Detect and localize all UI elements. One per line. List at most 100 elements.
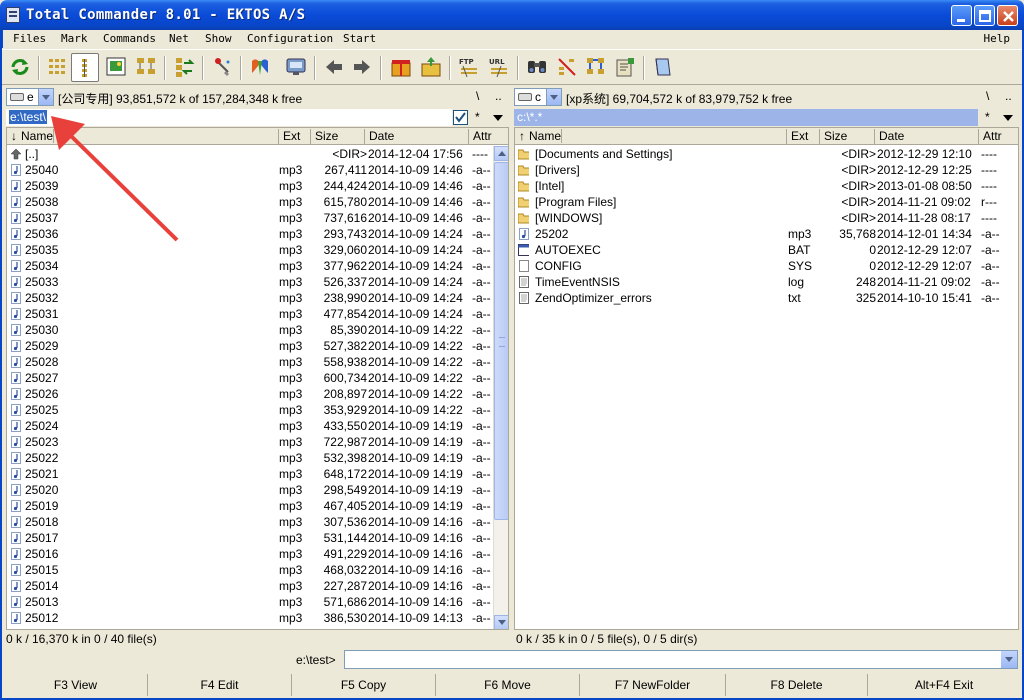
right-root-button[interactable]: \ [986, 89, 989, 103]
chevron-down-icon[interactable] [38, 89, 53, 105]
menu-commands[interactable]: Commands [103, 32, 156, 45]
title-bar[interactable]: Total Commander 8.01 - EKTOS A/S [0, 0, 1024, 30]
file-row[interactable]: 25034 mp3 377,962 2014-10-09 14:24 -a-- [7, 258, 508, 274]
column-attr[interactable]: Attr [979, 129, 1018, 145]
f7-newfolder-button[interactable]: F7 NewFolder [580, 674, 726, 696]
file-row[interactable]: 25031 mp3 477,854 2014-10-09 14:24 -a-- [7, 306, 508, 322]
column-ext[interactable]: Ext [787, 129, 820, 145]
scroll-down-icon[interactable] [494, 615, 508, 629]
menu-mark[interactable]: Mark [61, 32, 88, 45]
file-row[interactable]: [Drivers] <DIR> 2012-12-29 12:25 ---- [515, 162, 1018, 178]
file-row[interactable]: [Documents and Settings] <DIR> 2012-12-29 … [515, 146, 1018, 162]
left-history-dropdown-icon[interactable] [493, 115, 503, 121]
file-row[interactable]: 25032 mp3 238,990 2014-10-09 14:24 -a-- [7, 290, 508, 306]
file-row[interactable]: 25012 mp3 386,530 2014-10-09 14:13 -a-- [7, 610, 508, 626]
file-row[interactable]: 25026 mp3 208,897 2014-10-09 14:22 -a-- [7, 386, 508, 402]
file-row[interactable]: 25029 mp3 527,382 2014-10-09 14:22 -a-- [7, 338, 508, 354]
ftp-connect-icon[interactable] [284, 55, 308, 79]
file-row[interactable]: TimeEventNSIS log 248 2014-11-21 09:02 -a-- [515, 274, 1018, 290]
file-row[interactable]: 25017 mp3 531,144 2014-10-09 14:16 -a-- [7, 530, 508, 546]
right-file-panel[interactable]: ↑ Name Ext Size Date Attr [Documents and … [514, 127, 1019, 630]
file-row[interactable]: 25028 mp3 558,938 2014-10-09 14:22 -a-- [7, 354, 508, 370]
f5-copy-button[interactable]: F5 Copy [292, 674, 436, 696]
file-row[interactable]: 25015 mp3 468,032 2014-10-09 14:16 -a-- [7, 562, 508, 578]
column-size[interactable]: Size [820, 129, 875, 145]
right-drive-select[interactable]: c [514, 88, 562, 106]
minimize-button[interactable] [951, 5, 972, 26]
refresh-icon[interactable] [8, 55, 32, 79]
pack-icon[interactable] [389, 55, 413, 79]
file-row[interactable]: ZendOptimizer_errors txt 325 2014-10-10 15:… [515, 290, 1018, 306]
ftp-icon[interactable]: FTP [457, 55, 481, 79]
column-date[interactable]: Date [365, 129, 469, 145]
notepad-icon[interactable] [613, 55, 637, 79]
help-book-icon[interactable] [651, 55, 675, 79]
f8-delete-button[interactable]: F8 Delete [726, 674, 868, 696]
menu-start[interactable]: Start [343, 32, 376, 45]
file-row[interactable]: 25018 mp3 307,536 2014-10-09 14:16 -a-- [7, 514, 508, 530]
alt-f4-exit-button[interactable]: Alt+F4 Exit [868, 674, 1020, 696]
multi-rename-icon[interactable] [210, 55, 234, 79]
tools-icon[interactable] [584, 55, 608, 79]
file-row[interactable]: 25020 mp3 298,549 2014-10-09 14:19 -a-- [7, 482, 508, 498]
right-up-button[interactable]: .. [1005, 89, 1012, 103]
scroll-thumb[interactable] [494, 162, 508, 520]
f6-move-button[interactable]: F6 Move [436, 674, 580, 696]
file-row[interactable]: 25023 mp3 722,987 2014-10-09 14:19 -a-- [7, 434, 508, 450]
menu-show[interactable]: Show [205, 32, 232, 45]
app-icon[interactable] [6, 7, 20, 23]
unpack-icon[interactable] [419, 55, 443, 79]
f3-view-button[interactable]: F3 View [4, 674, 148, 696]
file-row[interactable]: 25014 mp3 227,287 2014-10-09 14:16 -a-- [7, 578, 508, 594]
brief-view-icon[interactable] [46, 55, 70, 79]
find-icon[interactable] [525, 55, 549, 79]
url-icon[interactable]: URL [487, 55, 511, 79]
column-name[interactable]: ↑ Name [515, 129, 787, 145]
close-button[interactable] [997, 5, 1018, 26]
file-row[interactable]: [WINDOWS] <DIR> 2014-11-28 08:17 ---- [515, 210, 1018, 226]
file-row[interactable]: 25013 mp3 571,686 2014-10-09 14:16 -a-- [7, 594, 508, 610]
left-root-button[interactable]: \ [476, 89, 479, 103]
left-filter-button[interactable]: * [475, 110, 480, 124]
left-up-button[interactable]: .. [495, 89, 502, 103]
f4-edit-button[interactable]: F4 Edit [148, 674, 292, 696]
compare-icon[interactable] [172, 55, 196, 79]
forward-icon[interactable] [350, 55, 374, 79]
file-row[interactable]: [Program Files] <DIR> 2014-11-21 09:02 r--- [515, 194, 1018, 210]
file-row[interactable]: 25033 mp3 526,337 2014-10-09 14:24 -a-- [7, 274, 508, 290]
file-row[interactable]: 25022 mp3 532,398 2014-10-09 14:19 -a-- [7, 450, 508, 466]
file-row[interactable]: 25016 mp3 491,229 2014-10-09 14:16 -a-- [7, 546, 508, 562]
file-row[interactable]: 25030 mp3 85,390 2014-10-09 14:22 -a-- [7, 322, 508, 338]
file-row[interactable]: 25024 mp3 433,550 2014-10-09 14:19 -a-- [7, 418, 508, 434]
sync-icon[interactable] [555, 55, 579, 79]
thumbnails-icon[interactable] [104, 55, 128, 79]
column-attr[interactable]: Attr [469, 129, 508, 145]
file-row[interactable]: AUTOEXEC BAT 0 2012-12-29 12:07 -a-- [515, 242, 1018, 258]
right-filter-button[interactable]: * [985, 110, 990, 124]
command-line-input[interactable] [344, 650, 1018, 669]
back-icon[interactable] [322, 55, 346, 79]
right-history-dropdown-icon[interactable] [1003, 115, 1013, 121]
column-size[interactable]: Size [311, 129, 365, 145]
internet-icon[interactable] [248, 55, 272, 79]
file-row[interactable]: 25027 mp3 600,734 2014-10-09 14:22 -a-- [7, 370, 508, 386]
menu-net[interactable]: Net [169, 32, 189, 45]
column-ext[interactable]: Ext [279, 129, 311, 145]
tree-icon[interactable] [134, 55, 158, 79]
chevron-down-icon[interactable] [546, 89, 561, 105]
file-row[interactable]: 25202 mp3 35,768 2014-12-01 14:34 -a-- [515, 226, 1018, 242]
maximize-button[interactable] [974, 5, 995, 26]
left-scrollbar[interactable] [493, 146, 508, 629]
chevron-down-icon[interactable] [1001, 651, 1017, 668]
menu-help[interactable]: Help [984, 32, 1011, 45]
file-row[interactable]: [Intel] <DIR> 2013-01-08 08:50 ---- [515, 178, 1018, 194]
file-row[interactable]: 25025 mp3 353,929 2014-10-09 14:22 -a-- [7, 402, 508, 418]
checkmark-icon[interactable] [453, 110, 468, 125]
file-row[interactable]: 25021 mp3 648,172 2014-10-09 14:19 -a-- [7, 466, 508, 482]
column-date[interactable]: Date [875, 129, 979, 145]
menu-configuration[interactable]: Configuration [247, 32, 333, 45]
file-row[interactable]: CONFIG SYS 0 2012-12-29 12:07 -a-- [515, 258, 1018, 274]
menu-files[interactable]: Files [13, 32, 46, 45]
scroll-up-icon[interactable] [494, 146, 508, 161]
right-path-field[interactable]: c:\*.* [514, 109, 978, 126]
